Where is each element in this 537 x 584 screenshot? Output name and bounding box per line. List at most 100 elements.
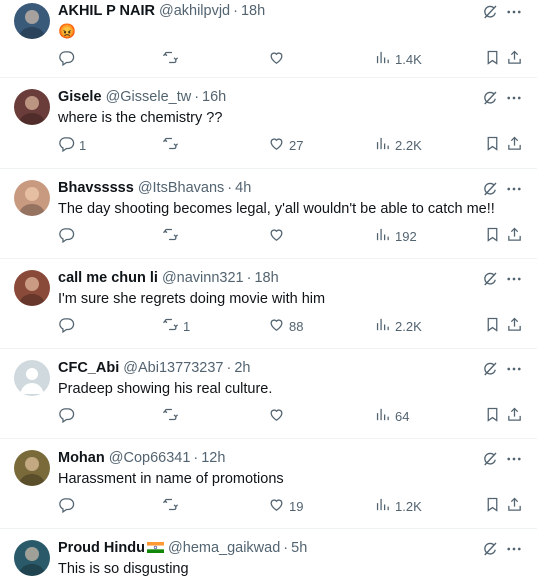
more-icon[interactable] — [505, 180, 523, 198]
display-name[interactable]: Proud Hindu — [58, 540, 145, 556]
separator-dot: · — [227, 180, 233, 196]
tweet[interactable]: CFC_Abi @Abi13773237 · 2h Pradeep showing h… — [0, 349, 537, 439]
display-name[interactable]: Bhavsssss — [58, 180, 134, 196]
timestamp[interactable]: 12h — [201, 450, 225, 466]
views-button[interactable]: 2.2K — [374, 135, 422, 155]
reply-button[interactable] — [58, 49, 79, 69]
grok-icon[interactable] — [481, 89, 499, 107]
tweet[interactable]: call me chun li @navinn321 · 18h I'm sure s… — [0, 259, 537, 349]
reply-button[interactable] — [58, 316, 79, 336]
bookmark-button[interactable] — [484, 316, 501, 336]
user-handle[interactable]: @ItsBhavans — [138, 180, 224, 196]
like-button[interactable] — [268, 406, 289, 426]
reply-button[interactable] — [58, 406, 79, 426]
avatar[interactable] — [14, 450, 50, 486]
user-handle[interactable]: @Cop66341 — [109, 450, 191, 466]
bookmark-button[interactable] — [484, 49, 501, 69]
user-handle[interactable]: @Gissele_tw — [106, 89, 192, 105]
retweet-button[interactable] — [162, 135, 183, 155]
like-button[interactable] — [268, 226, 289, 246]
tweet-actions: 192 — [58, 226, 523, 246]
share-button[interactable] — [506, 406, 523, 426]
avatar[interactable] — [14, 89, 50, 125]
views-button[interactable]: 192 — [374, 226, 417, 246]
timestamp[interactable]: 4h — [235, 180, 251, 196]
share-icon — [506, 406, 523, 426]
timestamp[interactable]: 5h — [291, 540, 307, 556]
user-handle[interactable]: @akhilpvjd — [159, 3, 230, 19]
timestamp[interactable]: 16h — [202, 89, 226, 105]
retweet-button[interactable] — [162, 496, 183, 516]
heart-icon — [268, 135, 285, 155]
share-button[interactable] — [506, 49, 523, 69]
share-button[interactable] — [506, 496, 523, 516]
retweet-button[interactable] — [162, 226, 183, 246]
bookmark-icon — [484, 226, 501, 246]
share-button[interactable] — [506, 316, 523, 336]
views-button[interactable]: 2.2K — [374, 316, 422, 336]
avatar[interactable] — [14, 360, 50, 396]
grok-icon[interactable] — [481, 270, 499, 288]
views-button[interactable]: 1.2K — [374, 496, 422, 516]
user-handle[interactable]: @hema_gaikwad — [168, 540, 280, 556]
reply-button[interactable] — [58, 226, 79, 246]
timestamp[interactable]: 2h — [234, 360, 250, 376]
avatar[interactable] — [14, 270, 50, 306]
like-button[interactable] — [268, 49, 289, 69]
like-button[interactable]: 88 — [268, 316, 303, 336]
more-icon[interactable] — [505, 360, 523, 378]
share-icon — [506, 496, 523, 516]
timestamp[interactable]: 18h — [241, 3, 265, 19]
views-icon — [374, 226, 391, 246]
view-count: 1.4K — [395, 51, 422, 67]
display-name[interactable]: Gisele — [58, 89, 102, 105]
tweet[interactable]: Gisele @Gissele_tw · 16h where is the chemi… — [0, 78, 537, 169]
retweet-button[interactable]: 1 — [162, 316, 190, 336]
display-name[interactable]: Mohan — [58, 450, 105, 466]
tweet-header: Gisele @Gissele_tw · 16h — [58, 88, 226, 106]
avatar[interactable] — [14, 3, 50, 39]
retweet-icon — [162, 496, 179, 516]
tweet[interactable]: Mohan @Cop66341 · 12h Harassment in name of… — [0, 439, 537, 529]
share-button[interactable] — [506, 226, 523, 246]
display-name[interactable]: CFC_Abi — [58, 360, 119, 376]
bookmark-button[interactable] — [484, 406, 501, 426]
like-button[interactable]: 19 — [268, 496, 303, 516]
more-icon[interactable] — [505, 540, 523, 558]
grok-icon[interactable] — [481, 180, 499, 198]
display-name[interactable]: AKHIL P NAIR — [58, 3, 155, 19]
bookmark-button[interactable] — [484, 496, 501, 516]
avatar[interactable] — [14, 180, 50, 216]
retweet-button[interactable] — [162, 406, 183, 426]
tweet-header: Mohan @Cop66341 · 12h — [58, 449, 225, 467]
views-button[interactable]: 64 — [374, 406, 409, 426]
grok-icon[interactable] — [481, 540, 499, 558]
tweet[interactable]: AKHIL P NAIR @akhilpvjd · 18h 😡 1.4K — [0, 0, 537, 78]
timestamp[interactable]: 18h — [254, 270, 278, 286]
more-icon[interactable] — [505, 89, 523, 107]
retweet-button[interactable] — [162, 49, 183, 69]
views-button[interactable]: 1.4K — [374, 49, 422, 69]
like-button[interactable]: 27 — [268, 135, 303, 155]
user-handle[interactable]: @navinn321 — [162, 270, 244, 286]
bookmark-button[interactable] — [484, 226, 501, 246]
avatar[interactable] — [14, 540, 50, 576]
more-icon[interactable] — [505, 450, 523, 468]
reply-icon — [58, 226, 75, 246]
grok-icon[interactable] — [481, 450, 499, 468]
reply-button[interactable]: 1 — [58, 135, 86, 155]
more-icon[interactable] — [505, 3, 523, 21]
grok-icon[interactable] — [481, 3, 499, 21]
user-handle[interactable]: @Abi13773237 — [123, 360, 223, 376]
bookmark-button[interactable] — [484, 135, 501, 155]
grok-icon[interactable] — [481, 360, 499, 378]
more-icon[interactable] — [505, 270, 523, 288]
display-name[interactable]: call me chun li — [58, 270, 158, 286]
reply-button[interactable] — [58, 496, 79, 516]
tweet[interactable]: Bhavsssss @ItsBhavans · 4h The day shooting… — [0, 169, 537, 259]
tweet[interactable]: Proud Hindu @hema_gaikwad · 5h This is so d… — [0, 529, 537, 584]
share-button[interactable] — [506, 135, 523, 155]
view-count: 1.2K — [395, 498, 422, 514]
share-icon — [506, 49, 523, 69]
tweet-text: Harassment in name of promotions — [58, 471, 284, 487]
